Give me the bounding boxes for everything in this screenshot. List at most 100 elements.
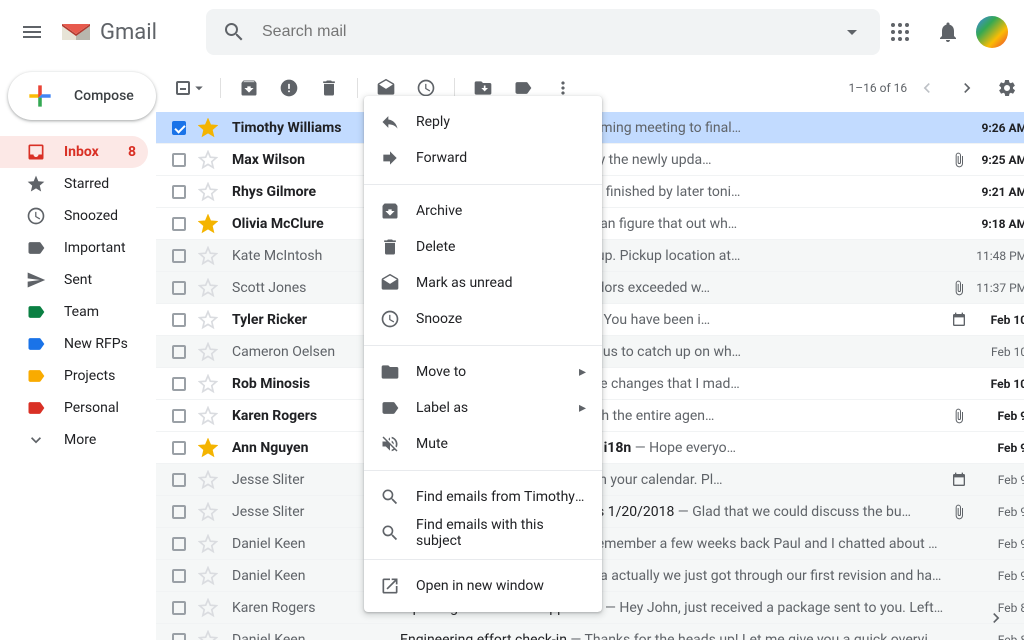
cm-reply[interactable]: Reply [364,104,602,140]
star-icon[interactable] [198,342,218,362]
star-icon[interactable] [198,118,218,138]
cm-label-as[interactable]: Label as▸ [364,390,602,426]
row-checkbox[interactable] [172,281,186,295]
row-checkbox[interactable] [172,601,186,615]
sidebar-item-snoozed[interactable]: Snoozed [0,200,148,232]
nav-icon [26,366,46,386]
cm-delete[interactable]: Delete [364,229,602,265]
spam-button[interactable] [269,68,309,108]
row-checkbox[interactable] [172,185,186,199]
search-input[interactable] [254,23,832,41]
date: 11:37 PM [971,281,1024,295]
sidebar-item-sent[interactable]: Sent [0,264,148,296]
star-icon[interactable] [198,566,218,586]
date: 9:26 AM [971,121,1024,135]
nav-label: Important [64,240,126,256]
nav-icon [26,398,46,418]
notifications-icon[interactable] [928,12,968,52]
open-new-icon [380,576,400,596]
nav-icon [26,142,46,162]
calendar-icon [951,312,971,328]
star-icon[interactable] [198,374,218,394]
row-checkbox[interactable] [172,313,186,327]
row-checkbox[interactable] [172,441,186,455]
sidebar-item-important[interactable]: Important [0,232,148,264]
star-icon[interactable] [198,214,218,234]
archive-button[interactable] [229,68,269,108]
apps-icon[interactable] [880,12,920,52]
nav-label: Team [64,304,99,320]
email-row[interactable]: Daniel KeenEngineering effort check-in —… [156,624,1024,640]
search-icon[interactable] [214,12,254,52]
nav-label: Snoozed [64,208,118,224]
nav-label: Sent [64,272,92,288]
sidebar-item-personal[interactable]: Personal [0,392,148,424]
cm-snooze[interactable]: Snooze [364,301,602,337]
sidebar-item-new-rfps[interactable]: New RFPs [0,328,148,360]
cm-archive[interactable]: Archive [364,193,602,229]
date: 9:25 AM [971,153,1024,167]
product-name: Gmail [100,20,157,45]
search-wrap [206,9,880,55]
star-icon[interactable] [198,502,218,522]
account-avatar[interactable] [976,16,1008,48]
search-icon [380,523,400,543]
select-checkbox[interactable] [172,68,212,108]
reply-icon [380,112,400,132]
cm-find-subject[interactable]: Find emails with this subject [364,515,602,551]
label-icon [380,398,400,418]
cm-mark-unread[interactable]: Mark as unread [364,265,602,301]
star-icon[interactable] [198,310,218,330]
row-checkbox[interactable] [172,473,186,487]
star-icon[interactable] [198,598,218,618]
sidebar-item-projects[interactable]: Projects [0,360,148,392]
search-bar[interactable] [206,9,880,55]
star-icon[interactable] [198,438,218,458]
sidebar-item-inbox[interactable]: Inbox8 [0,136,148,168]
search-dropdown-icon[interactable] [832,12,872,52]
row-checkbox[interactable] [172,505,186,519]
star-icon[interactable] [198,182,218,202]
cm-move-to[interactable]: Move to▸ [364,354,602,390]
row-checkbox[interactable] [172,409,186,423]
next-page-button[interactable] [947,68,987,108]
star-icon[interactable] [198,278,218,298]
star-icon[interactable] [198,150,218,170]
cm-forward[interactable]: Forward [364,140,602,176]
sidebar-item-starred[interactable]: Starred [0,168,148,200]
row-checkbox[interactable] [172,537,186,551]
star-icon[interactable] [198,470,218,490]
collapse-sidepanel-icon[interactable] [986,608,1006,628]
row-checkbox[interactable] [172,217,186,231]
cm-find-from[interactable]: Find emails from Timothy Williamson [364,479,602,515]
attachment-icon [951,152,971,168]
row-checkbox[interactable] [172,633,186,640]
prev-page-button[interactable] [907,68,947,108]
delete-button[interactable] [309,68,349,108]
row-checkbox[interactable] [172,121,186,135]
star-icon[interactable] [198,630,218,640]
date: 9:18 AM [971,217,1024,231]
sidebar-item-team[interactable]: Team [0,296,148,328]
cm-mute[interactable]: Mute [364,426,602,462]
date: Feb 9 [971,473,1024,487]
archive-icon [380,201,400,221]
star-icon[interactable] [198,534,218,554]
header: Gmail [0,0,1024,64]
row-checkbox[interactable] [172,153,186,167]
settings-button[interactable] [987,68,1024,108]
gmail-logo[interactable]: Gmail [56,20,206,45]
row-checkbox[interactable] [172,249,186,263]
sidebar-item-more[interactable]: More [0,424,148,456]
star-icon[interactable] [198,246,218,266]
clock-icon [380,309,400,329]
compose-button[interactable]: Compose [8,72,156,120]
main-menu-icon[interactable] [8,8,56,56]
date: Feb 8 [971,633,1024,640]
nav-badge: 8 [128,144,136,160]
row-checkbox[interactable] [172,569,186,583]
row-checkbox[interactable] [172,377,186,391]
cm-open-new[interactable]: Open in new window [364,568,602,604]
star-icon[interactable] [198,406,218,426]
row-checkbox[interactable] [172,345,186,359]
